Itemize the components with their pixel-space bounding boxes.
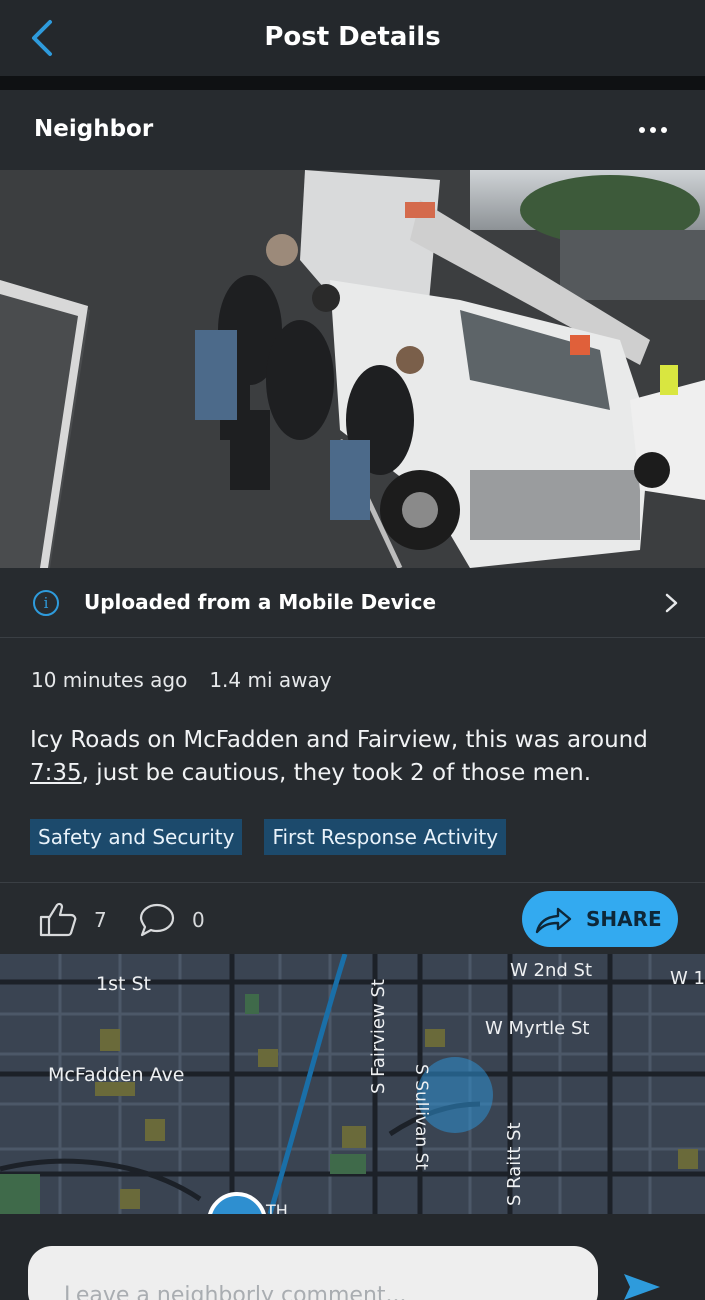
info-icon: i xyxy=(33,590,59,616)
thumbs-up-icon xyxy=(39,902,77,937)
post-text-start: Icy Roads on McFadden and Fairview, this… xyxy=(30,727,648,753)
comment-input[interactable] xyxy=(28,1246,598,1300)
post-text-end: , just be cautious, they took 2 of those… xyxy=(81,760,592,786)
location-map[interactable]: 1st St W 2nd St W 1 W Myrtle St McFadden… xyxy=(0,954,705,1214)
top-bar: Post Details xyxy=(0,0,705,76)
actions-divider xyxy=(0,882,705,883)
header-divider xyxy=(0,76,705,90)
map-label-mcfadden-ave: McFadden Ave xyxy=(48,1064,184,1086)
like-count: 7 xyxy=(94,908,107,932)
send-icon[interactable] xyxy=(622,1272,662,1300)
post-tags: Safety and Security First Response Activi… xyxy=(30,819,528,855)
map-label-w-2nd-st: W 2nd St xyxy=(510,960,592,981)
map-label-s-sullivan-st: S Sullivan St xyxy=(411,1064,431,1170)
map-label-1st-st: 1st St xyxy=(96,973,151,995)
post-photo[interactable] xyxy=(0,170,705,568)
map-label-w-myrtle-st: W Myrtle St xyxy=(485,1018,589,1039)
map-label-s-fairview-st: S Fairview St xyxy=(368,979,389,1094)
map-label-w1: W 1 xyxy=(670,968,705,989)
post-body: Icy Roads on McFadden and Fairview, this… xyxy=(30,724,680,790)
more-options-icon[interactable] xyxy=(636,117,670,143)
post-time-link[interactable]: 7:35 xyxy=(30,760,82,786)
page-title: Post Details xyxy=(264,22,441,52)
comment-button[interactable]: 0 xyxy=(138,900,205,940)
post-distance: 1.4 mi away xyxy=(209,668,332,692)
share-button[interactable]: SHARE xyxy=(522,891,678,947)
tag-first-response[interactable]: First Response Activity xyxy=(264,819,507,855)
comment-icon xyxy=(139,903,175,937)
comment-count: 0 xyxy=(192,908,205,932)
tag-safety-security[interactable]: Safety and Security xyxy=(30,819,243,855)
map-label-bottom: TH xyxy=(265,1201,288,1214)
post-meta: 10 minutes ago 1.4 mi away xyxy=(31,668,332,692)
upload-source-label: Uploaded from a Mobile Device xyxy=(84,590,437,614)
chevron-right-icon xyxy=(665,593,678,613)
share-arrow-icon xyxy=(535,907,572,934)
like-button[interactable]: 7 xyxy=(38,900,107,940)
post-author: Neighbor xyxy=(34,116,154,142)
map-label-s-raitt-st: S Raitt St xyxy=(504,1122,525,1206)
post-time: 10 minutes ago xyxy=(31,668,188,692)
upload-info-row[interactable]: i Uploaded from a Mobile Device xyxy=(0,568,705,638)
share-label: SHARE xyxy=(586,907,662,931)
